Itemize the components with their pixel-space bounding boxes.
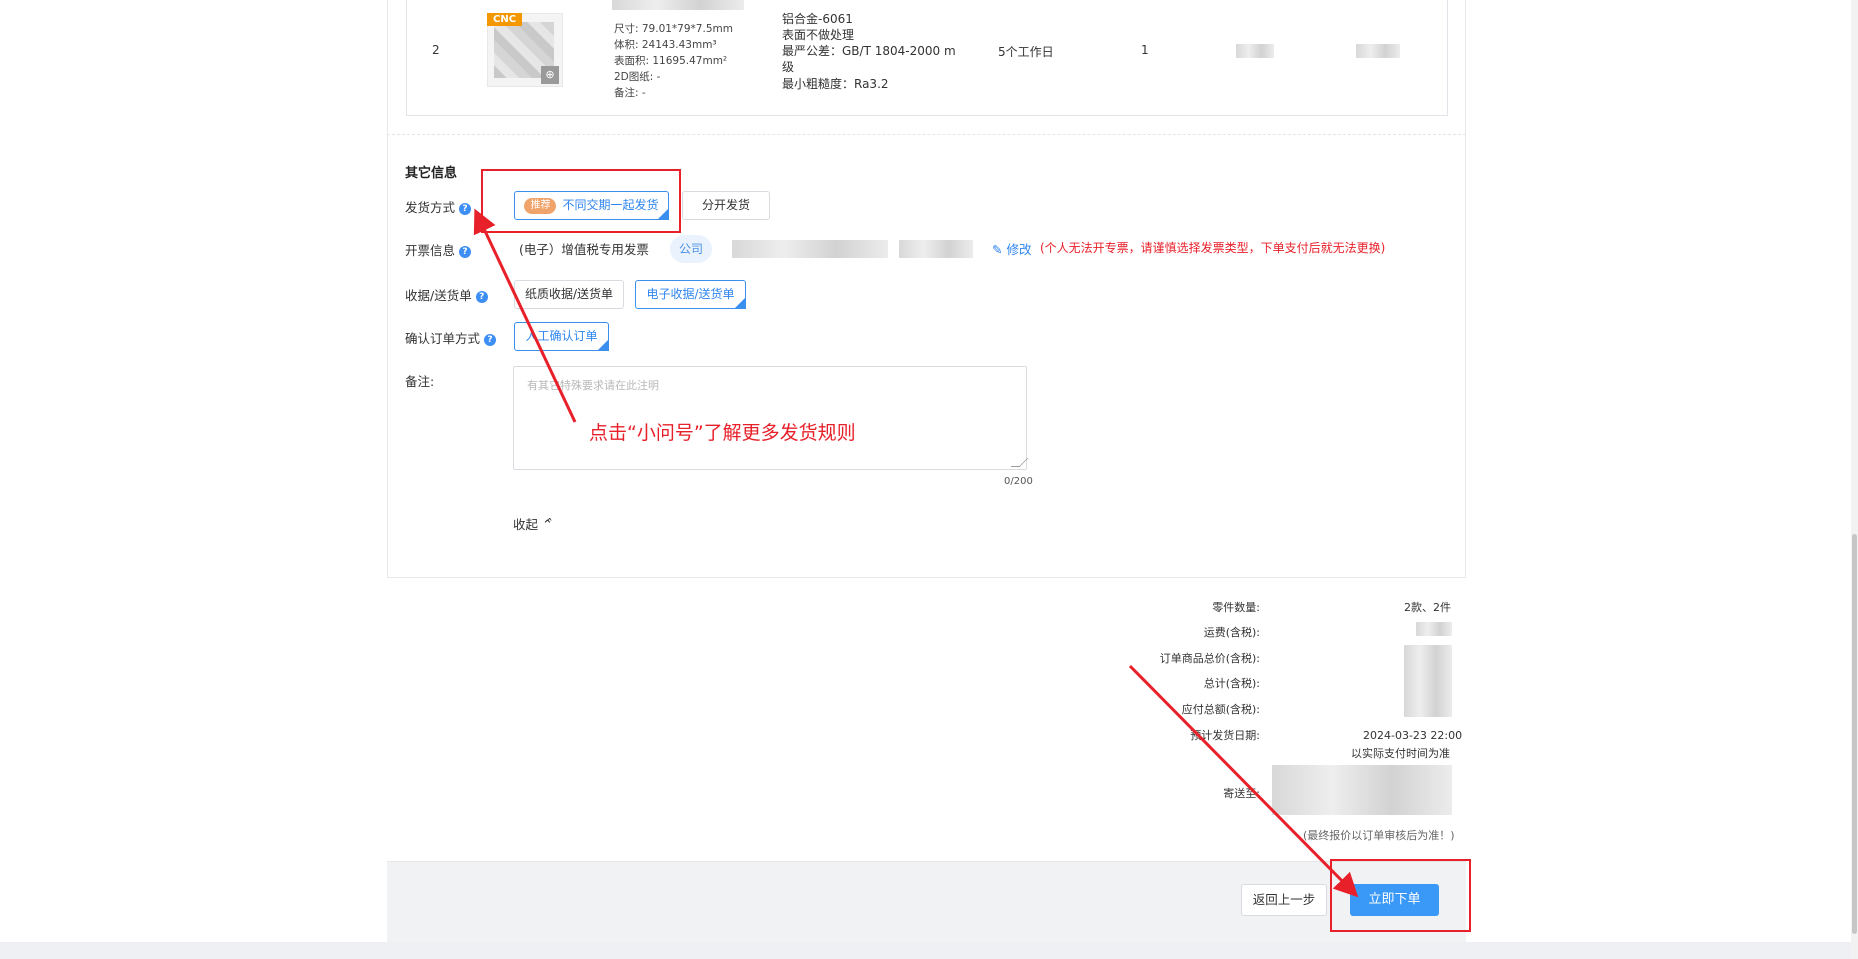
scrollbar-track[interactable] <box>1851 0 1858 959</box>
arrow-to-help-icon <box>473 208 577 423</box>
annotation-arrows <box>473 208 1359 898</box>
scrollbar-thumb[interactable] <box>1852 534 1857 934</box>
arrow-to-order-button <box>1128 664 1359 898</box>
